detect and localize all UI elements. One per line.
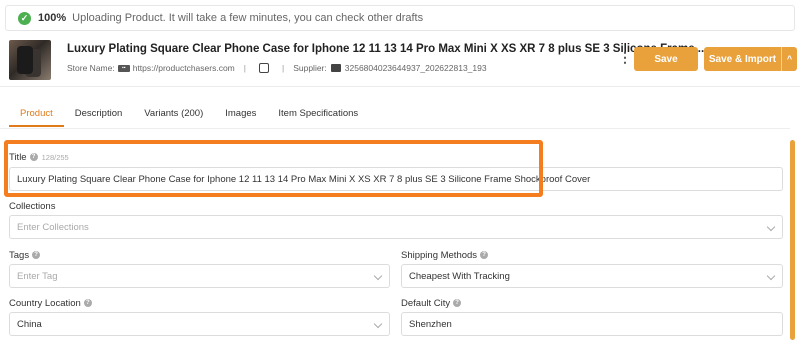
save-button[interactable]: Save — [634, 47, 698, 71]
tab-divider — [0, 128, 790, 129]
collections-placeholder: Enter Collections — [17, 221, 89, 233]
city-label: Default City? — [401, 298, 462, 309]
supplier-icon — [330, 64, 341, 72]
store-url[interactable]: https://productchasers.com — [133, 63, 235, 73]
country-select[interactable]: China — [9, 312, 390, 336]
country-label: Country Location? — [9, 298, 92, 309]
divider: | — [281, 63, 285, 73]
help-icon[interactable]: ? — [29, 153, 38, 162]
tab-item-specifications[interactable]: Item Specifications — [267, 101, 369, 127]
product-title: Luxury Plating Square Clear Phone Case f… — [67, 43, 705, 55]
help-icon[interactable]: ? — [453, 299, 462, 308]
title-label-text: Title — [9, 152, 27, 163]
save-import-button[interactable]: Save & Import — [704, 47, 781, 71]
tab-description[interactable]: Description — [64, 101, 134, 127]
tags-select[interactable]: Enter Tag — [9, 264, 390, 288]
tags-placeholder: Enter Tag — [17, 270, 58, 282]
supplier-id[interactable]: 3256804023644937_202622813_193 — [345, 63, 487, 73]
divider: | — [243, 63, 246, 73]
store-name-label: Store Name: — [67, 63, 115, 73]
tags-label-text: Tags — [9, 250, 30, 261]
tab-bar: Product Description Variants (200) Image… — [9, 101, 369, 127]
shipping-label-text: Shipping Methods — [401, 250, 478, 261]
collections-label: Collections — [9, 201, 56, 212]
tab-images[interactable]: Images — [214, 101, 267, 127]
help-icon[interactable]: ? — [83, 299, 92, 308]
shipping-select[interactable]: Cheapest With Tracking — [401, 264, 783, 288]
upload-percent: 100% — [38, 12, 67, 24]
chevron-down-icon — [373, 319, 383, 329]
more-options-icon[interactable]: ⋮ — [618, 50, 632, 64]
collections-select[interactable]: Enter Collections — [9, 215, 783, 239]
store-icon: ▪▪ — [117, 64, 130, 72]
city-label-text: Default City — [401, 298, 451, 309]
chevron-down-icon — [373, 271, 383, 281]
city-input[interactable]: Shenzhen — [401, 312, 783, 336]
tags-label: Tags? — [9, 250, 41, 261]
country-value: China — [17, 318, 42, 330]
chevron-down-icon — [766, 271, 776, 281]
help-icon[interactable]: ? — [32, 251, 41, 260]
shipping-label: Shipping Methods? — [401, 250, 489, 261]
header-divider — [0, 86, 800, 87]
upload-status-banner: ✓ 100% Uploading Product. It will take a… — [5, 5, 795, 31]
scrollbar[interactable] — [790, 140, 795, 340]
tab-product[interactable]: Product — [9, 101, 64, 127]
chevron-down-icon — [766, 222, 776, 232]
title-label: Title? 128/255 — [9, 152, 69, 163]
check-circle-icon: ✓ — [18, 11, 31, 25]
help-icon[interactable]: ? — [480, 251, 489, 260]
upload-message: Uploading Product. It will take a few mi… — [72, 12, 424, 24]
supplier-label: Supplier: — [293, 63, 327, 73]
shipping-value: Cheapest With Tracking — [409, 270, 510, 282]
chevron-up-icon[interactable]: ^ — [781, 47, 797, 71]
tab-variants[interactable]: Variants (200) — [133, 101, 214, 127]
product-thumbnail — [9, 40, 51, 80]
title-input[interactable]: Luxury Plating Square Clear Phone Case f… — [9, 167, 783, 191]
edit-icon[interactable] — [258, 63, 269, 73]
title-char-count: 128/255 — [41, 153, 69, 162]
product-meta: Store Name: ▪▪ https://productchasers.co… — [67, 63, 487, 73]
country-label-text: Country Location — [9, 298, 81, 309]
